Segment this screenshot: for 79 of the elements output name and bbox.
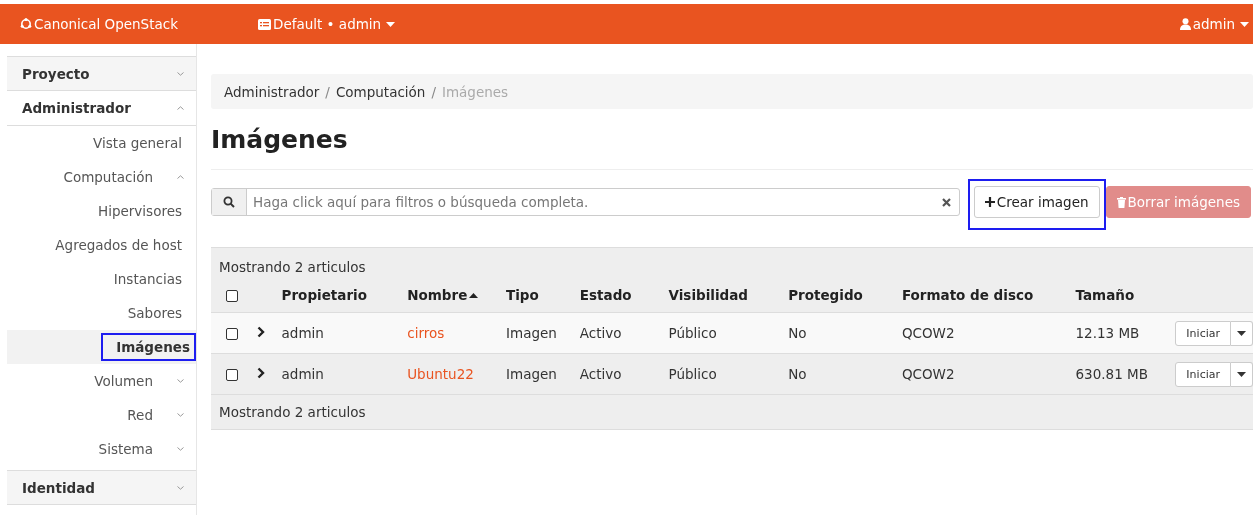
sidebar-item[interactable]: Computación (7, 160, 196, 194)
column-header[interactable]: Tipo (506, 287, 539, 303)
separator-text: / (325, 83, 330, 100)
sidebar-section[interactable]: Proyecto (7, 56, 196, 91)
chevron-down-icon (177, 413, 184, 417)
table-cell: 12.13 MB (1075, 325, 1140, 341)
caret-icon (386, 21, 396, 27)
list-icon (258, 18, 271, 30)
breadcrumb-link[interactable]: Computación (335, 83, 426, 100)
sidebar-item[interactable]: Volumen (7, 364, 196, 398)
chevron-right-icon[interactable] (256, 326, 265, 338)
chevron-down-icon (177, 485, 184, 490)
table-cell: 630.81 MB (1075, 366, 1148, 382)
user-icon (1179, 18, 1191, 30)
column-header[interactable]: Propietario (281, 287, 367, 303)
search-bar[interactable]: Haga click aquí para filtros o búsqueda completa. (211, 188, 960, 216)
breadcrumb-link[interactable]: Administrador (224, 83, 320, 100)
search-icon (223, 196, 235, 208)
clear-icon (941, 197, 951, 207)
chevron-right-icon[interactable] (256, 367, 265, 379)
dropdown-button[interactable] (1231, 361, 1253, 387)
search-button[interactable] (212, 189, 247, 215)
separator-text: / (431, 83, 436, 100)
column-header[interactable]: Visibilidad (668, 287, 748, 303)
launch-button[interactable]: Iniciar (1175, 320, 1231, 346)
table-cell: No (788, 366, 807, 382)
chevron-up-icon (177, 175, 184, 179)
sidebar-item[interactable]: Vista general (7, 126, 196, 160)
sidebar-item[interactable]: Instancias (7, 262, 196, 296)
table-cell: admin (281, 366, 324, 382)
plus-icon (984, 197, 995, 207)
checkbox[interactable] (226, 369, 239, 381)
sort-up-icon (469, 292, 479, 298)
table-cell: Activo (579, 325, 622, 341)
table-cell: Público (668, 325, 717, 341)
sidebar-item[interactable]: Agregados de host (7, 228, 196, 262)
caret-icon (1240, 21, 1249, 27)
project-menu[interactable]: Default • admin (258, 16, 396, 32)
page-title: Imágenes (211, 125, 349, 154)
sidebar-item[interactable]: Sistema (7, 432, 196, 466)
chevron-down-icon (177, 71, 184, 76)
column-header[interactable]: Formato de disco (901, 287, 1034, 303)
brand-link[interactable]: Canonical OpenStack (20, 16, 258, 32)
launch-button[interactable]: Iniciar (1175, 361, 1231, 387)
chevron-down-icon (177, 379, 184, 383)
trash-icon (1116, 196, 1126, 208)
sidebar-item[interactable]: Sabores (7, 296, 196, 330)
sidebar-section[interactable]: Administrador (7, 91, 196, 126)
sidebar-section[interactable]: Identidad (7, 470, 196, 505)
table-cell: QCOW2 (901, 325, 955, 341)
search-field[interactable]: Haga click aquí para filtros o búsqueda completa. (247, 194, 942, 210)
logo-icon (20, 18, 32, 30)
sidebar-item[interactable]: Hipervisores (7, 194, 196, 228)
column-header[interactable]: Nombre (407, 287, 479, 303)
sidebar-item[interactable]: Red (7, 398, 196, 432)
user-menu[interactable]: admin (1179, 16, 1249, 32)
checkbox[interactable] (226, 328, 239, 340)
summary-text: Mostrando 2 articulos (211, 394, 1253, 430)
chevron-up-icon (177, 106, 184, 110)
column-header[interactable]: Tamaño (1075, 287, 1135, 303)
caret-icon (1237, 371, 1246, 377)
create-button[interactable]: Crear imagen (973, 186, 1100, 218)
table-cell: admin (281, 325, 324, 341)
table-cell: QCOW2 (901, 366, 955, 382)
table-cell: Imagen (506, 325, 557, 341)
sidebar-item[interactable]: Imágenes (7, 330, 196, 364)
checkbox[interactable] (226, 290, 239, 302)
table-cell: No (788, 325, 807, 341)
table-cell: Imagen (506, 366, 557, 382)
chevron-down-icon (177, 447, 184, 451)
table-cell: Público (668, 366, 717, 382)
summary-text: Mostrando 2 articulos (211, 247, 1253, 278)
image-name-link[interactable]: cirros (407, 325, 445, 341)
column-header[interactable]: Estado (579, 287, 632, 303)
dropdown-button[interactable] (1231, 320, 1253, 346)
table-cell: Activo (579, 366, 622, 382)
caret-icon (1237, 330, 1246, 336)
column-header[interactable]: Protegido (788, 287, 863, 303)
breadcrumb-current: Imágenes (441, 83, 509, 100)
